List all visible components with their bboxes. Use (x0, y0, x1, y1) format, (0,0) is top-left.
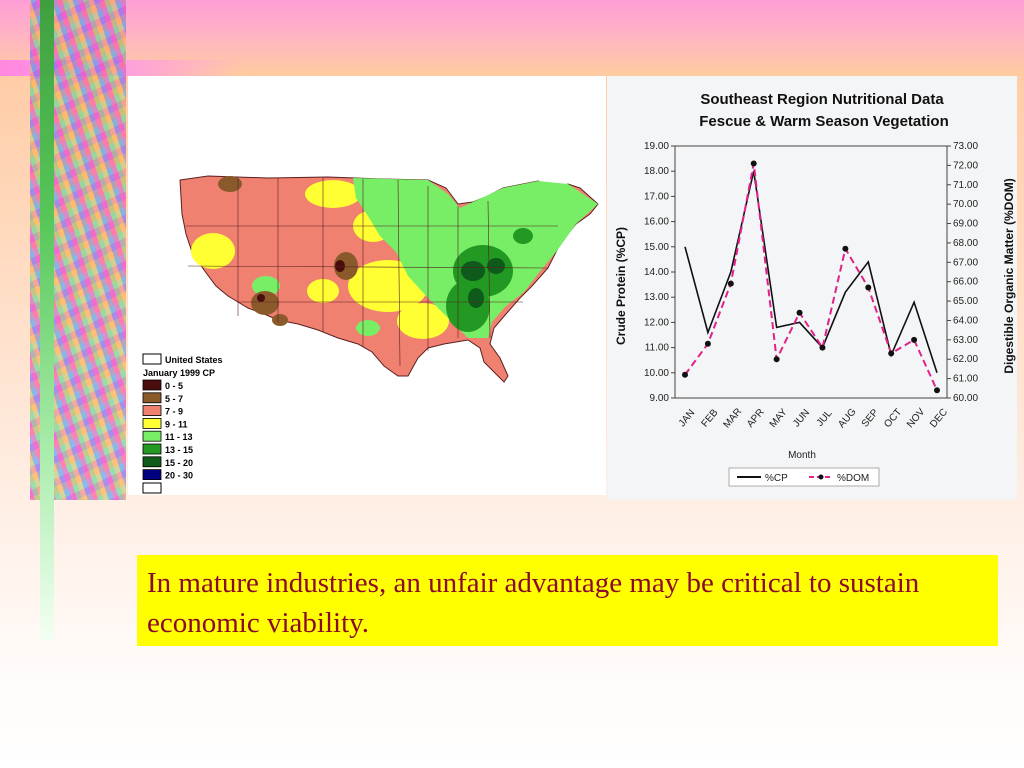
legend-swatch (142, 443, 162, 455)
y2-tick-label: 72.00 (953, 160, 978, 171)
dom-data-point (911, 336, 918, 343)
legend-swatch (142, 469, 162, 481)
legend-label: 7 - 9 (165, 407, 183, 417)
caption-box: In mature industries, an unfair advantag… (137, 555, 998, 646)
y-tick-label: 17.00 (644, 191, 669, 202)
dom-data-point (727, 280, 734, 287)
green-accent-bar (40, 0, 54, 640)
y2-tick-label: 68.00 (953, 238, 978, 249)
x-tick-label: FEB (700, 407, 721, 429)
y-tick-label: 10.00 (644, 368, 669, 379)
map-legend-subtitle: January 1999 CP (143, 368, 215, 378)
y2-tick-label: 66.00 (953, 277, 978, 288)
y2-tick-label: 71.00 (953, 180, 978, 191)
map-legend: United States January 1999 CP 0 - 5 5 - 7… (142, 353, 223, 494)
x-tick-label: JUN (791, 407, 812, 429)
dom-data-point (842, 245, 849, 252)
caption-text: In mature industries, an unfair advantag… (147, 567, 920, 639)
series-line-pct-dom (684, 163, 938, 391)
y-tick-label: 9.00 (650, 393, 670, 404)
legend-label: 9 - 11 (165, 419, 188, 429)
dom-data-point (773, 356, 780, 363)
legend-label: 5 - 7 (165, 394, 183, 404)
plot-frame (674, 145, 948, 399)
y-tick-label: 14.00 (644, 267, 669, 278)
legend-series-label: %DOM (837, 473, 869, 484)
dom-data-point (888, 350, 895, 357)
nutrition-line-chart: Southeast Region Nutritional Data Fescue… (614, 91, 1016, 487)
legend-swatch (142, 417, 162, 429)
legend-marker (818, 474, 824, 480)
dom-data-point (819, 344, 826, 351)
legend-empty-swatch (142, 482, 162, 494)
y2-tick-label: 67.00 (953, 257, 978, 268)
legend-label: 15 - 20 (165, 458, 193, 468)
map-legend-title: United States (165, 355, 223, 365)
chart-subtitle: Fescue & Warm Season Vegetation (699, 113, 949, 130)
x-tick-label: JAN (677, 408, 698, 430)
y2-tick-label: 60.00 (953, 393, 978, 404)
us-protein-map-image: United States January 1999 CP 0 - 5 5 - 7… (128, 76, 606, 495)
chart-legend: %CP %DOM (728, 467, 880, 487)
y2-tick-label: 69.00 (953, 219, 978, 230)
series-line-pct-cp (684, 171, 938, 374)
x-axis-label: Month (788, 450, 816, 461)
x-tick-label: SEP (860, 407, 882, 430)
chart-title: Southeast Region Nutritional Data (700, 91, 944, 108)
y-tick-label: 12.00 (644, 317, 669, 328)
y-tick-label: 13.00 (644, 292, 669, 303)
x-tick-label: APR (745, 407, 767, 430)
us-map-svg: United States January 1999 CP 0 - 5 5 - 7… (142, 175, 599, 494)
legend-swatch (142, 430, 162, 442)
y-tick-label: 19.00 (644, 141, 669, 152)
x-tick-label: DEC (928, 407, 950, 430)
x-tick-label: OCT (882, 407, 904, 430)
y2-tick-label: 65.00 (953, 296, 978, 307)
x-tick-label: MAR (722, 406, 745, 430)
x-tick-label: NOV (905, 406, 928, 430)
y2-tick-label: 73.00 (953, 141, 978, 152)
legend-us-swatch (142, 353, 162, 365)
y-tick-label: 11.00 (645, 343, 670, 354)
legend-label: 20 - 30 (165, 471, 193, 481)
y-tick-label: 15.00 (644, 242, 669, 253)
dom-data-point (865, 284, 872, 291)
legend-label: 11 - 13 (165, 432, 193, 442)
y2-tick-label: 63.00 (953, 335, 978, 346)
dom-data-point (750, 160, 757, 167)
y2-axis-label: Digestible Organic Matter (%DOM) (1002, 178, 1016, 373)
legend-swatch (142, 392, 162, 404)
x-tick-label: AUG (836, 406, 858, 430)
dom-data-point (796, 309, 803, 316)
y-tick-label: 16.00 (644, 217, 669, 228)
dom-data-point (682, 371, 688, 378)
legend-label: 13 - 15 (165, 445, 193, 455)
legend-swatch (142, 379, 162, 391)
x-tick-label: MAY (768, 407, 790, 430)
dom-data-point (704, 340, 711, 347)
y2-tick-label: 61.00 (953, 374, 978, 385)
y2-tick-label: 62.00 (953, 354, 978, 365)
x-tick-label: JUL (815, 408, 835, 429)
y2-tick-label: 64.00 (953, 315, 978, 326)
dom-data-point (934, 387, 940, 394)
y-axis-label: Crude Protein (%CP) (614, 227, 628, 345)
legend-swatch (142, 456, 162, 468)
legend-label: 0 - 5 (165, 381, 183, 391)
legend-series-label: %CP (765, 473, 788, 484)
y-tick-label: 18.00 (644, 166, 669, 177)
legend-swatch (142, 405, 162, 417)
y2-tick-label: 70.00 (953, 199, 978, 210)
nutrition-chart-image: Southeast Region Nutritional Data Fescue… (607, 76, 1017, 500)
